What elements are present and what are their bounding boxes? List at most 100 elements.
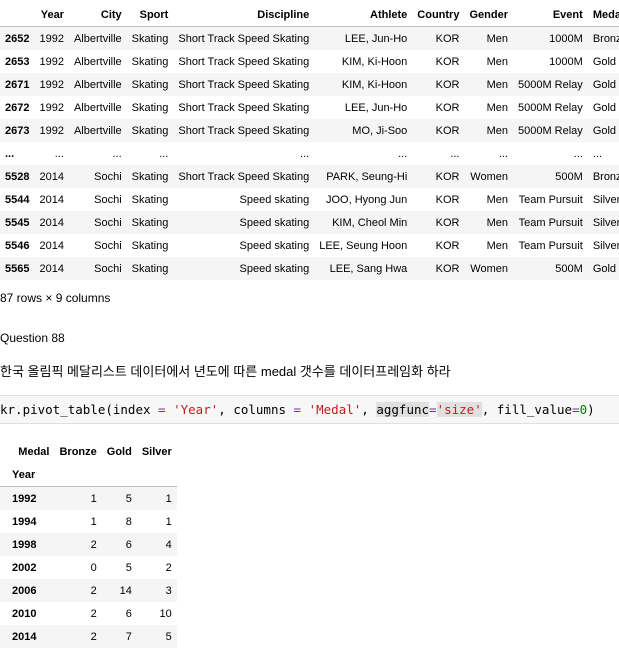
column-header: Silver bbox=[141, 445, 172, 458]
table-cell: Women bbox=[470, 262, 508, 275]
table-row: 5546 2014 Sochi Skating Speed skating LEE, Se… bbox=[0, 234, 619, 257]
table-cell: ... bbox=[450, 147, 460, 160]
table-cell: Bronze bbox=[592, 32, 619, 45]
question-text: 한국 올림픽 메달리스트 데이터에서 년도에 따른 medal 갯수를 데이터프… bbox=[0, 364, 451, 379]
table-row: 2014 2 7 5 bbox=[0, 625, 177, 648]
dataframe-shape: 87 rows × 9 columns bbox=[0, 291, 111, 305]
medalists-dataframe: Year City Sport Discipline Athlete Count… bbox=[0, 4, 619, 280]
table-cell: 6 bbox=[125, 538, 132, 551]
table-row: 1992 1 5 1 bbox=[0, 486, 177, 510]
row-index: 2006 bbox=[12, 584, 37, 597]
table-cell: Skating bbox=[131, 216, 169, 229]
table-cell: Short Track Speed Skating bbox=[178, 124, 310, 137]
row-index: 1998 bbox=[12, 538, 37, 551]
table-cell: KOR bbox=[435, 78, 460, 91]
table-cell: 5 bbox=[165, 630, 172, 643]
table-cell: Skating bbox=[131, 101, 169, 114]
table-cell: 7 bbox=[125, 630, 132, 643]
table-cell: 6 bbox=[125, 607, 132, 620]
table-cell: 500M bbox=[555, 170, 583, 183]
row-index: 2672 bbox=[5, 101, 30, 114]
pivot-table-output: Medal Bronze Gold Silver Year 1992 1 5 1 199… bbox=[0, 440, 177, 648]
table-cell: 2014 bbox=[39, 170, 64, 183]
table-cell: Sochi bbox=[94, 193, 122, 206]
column-header: City bbox=[69, 4, 128, 27]
row-index: 2010 bbox=[12, 607, 37, 620]
pivot-header-row: Medal Bronze Gold Silver bbox=[0, 440, 177, 463]
table-cell: 2 bbox=[90, 538, 97, 551]
table-cell: 1 bbox=[90, 515, 97, 528]
table-cell: Men bbox=[486, 78, 508, 91]
index-name: Year bbox=[0, 463, 55, 487]
table-cell: MO, Ji-Soo bbox=[352, 124, 408, 137]
table-cell: Team Pursuit bbox=[518, 193, 583, 206]
column-header: Athlete bbox=[315, 4, 414, 27]
row-index: 5545 bbox=[5, 216, 30, 229]
table-cell: Bronze bbox=[592, 170, 619, 183]
table-cell: KOR bbox=[435, 262, 460, 275]
table-cell: 2014 bbox=[39, 193, 64, 206]
column-header: Gold bbox=[106, 445, 132, 458]
row-index: 5544 bbox=[5, 193, 30, 206]
table-row: 5528 2014 Sochi Skating Short Track Speed Sk… bbox=[0, 165, 619, 188]
table-cell: Team Pursuit bbox=[518, 216, 583, 229]
table-cell: 1992 bbox=[39, 101, 64, 114]
column-header: Bronze bbox=[59, 445, 97, 458]
row-index: 2002 bbox=[12, 561, 37, 574]
table-cell: 8 bbox=[125, 515, 132, 528]
row-index: 2673 bbox=[5, 124, 30, 137]
table-cell: Sochi bbox=[94, 170, 122, 183]
column-header: Medal bbox=[588, 4, 619, 27]
table-cell: ... bbox=[398, 147, 408, 160]
column-header: Year bbox=[35, 4, 70, 27]
table-cell: Short Track Speed Skating bbox=[178, 170, 310, 183]
table-row: 1994 1 8 1 bbox=[0, 510, 177, 533]
table-row: 5544 2014 Sochi Skating Speed skating JOO, Hy… bbox=[0, 188, 619, 211]
table-cell: KOR bbox=[435, 32, 460, 45]
table-cell: Silver bbox=[592, 216, 619, 229]
table-cell: Albertville bbox=[73, 55, 122, 68]
table-cell: Women bbox=[470, 170, 508, 183]
table-cell: Men bbox=[486, 124, 508, 137]
table-cell: Albertville bbox=[73, 78, 122, 91]
table-cell: Sochi bbox=[94, 239, 122, 252]
table-cell: 5000M Relay bbox=[517, 124, 583, 137]
table-cell: 1 bbox=[165, 515, 172, 528]
code-cell[interactable]: kr.pivot_table(index = 'Year', columns =… bbox=[0, 395, 619, 424]
table-cell: 3 bbox=[165, 584, 172, 597]
row-index: 5528 bbox=[5, 170, 30, 183]
column-header: Sport bbox=[127, 4, 175, 27]
table-cell: Short Track Speed Skating bbox=[178, 78, 310, 91]
table-cell: ... bbox=[592, 147, 602, 160]
table-cell: Gold bbox=[592, 262, 617, 275]
table-cell: 500M bbox=[555, 262, 583, 275]
table-row: 2671 1992 Albertville Skating Short Track Sp… bbox=[0, 73, 619, 96]
table-cell: Gold bbox=[592, 101, 617, 114]
table-cell: 2014 bbox=[39, 239, 64, 252]
table-cell: Silver bbox=[592, 239, 619, 252]
table-cell: Silver bbox=[592, 193, 619, 206]
table-cell: Short Track Speed Skating bbox=[178, 101, 310, 114]
table-cell: Skating bbox=[131, 124, 169, 137]
table-cell: Speed skating bbox=[239, 216, 310, 229]
table-cell: Men bbox=[486, 193, 508, 206]
table-cell: 10 bbox=[159, 607, 172, 620]
row-index: 1994 bbox=[12, 515, 37, 528]
table-cell: 2 bbox=[90, 607, 97, 620]
table-cell: LEE, Jun-Ho bbox=[344, 32, 408, 45]
table-cell: Sochi bbox=[94, 262, 122, 275]
columns-name: Medal bbox=[18, 445, 50, 458]
table-cell: ... bbox=[573, 147, 583, 160]
table-row: 2002 0 5 2 bbox=[0, 556, 177, 579]
table-cell: Men bbox=[486, 101, 508, 114]
table-cell: KIM, Ki-Hoon bbox=[341, 55, 408, 68]
table-cell: 2 bbox=[165, 561, 172, 574]
table-cell: 1992 bbox=[39, 32, 64, 45]
table-row: 2653 1992 Albertville Skating Short Track Sp… bbox=[0, 50, 619, 73]
table-cell: Men bbox=[486, 216, 508, 229]
row-index: 2671 bbox=[5, 78, 30, 91]
row-index: 5546 bbox=[5, 239, 30, 252]
table-cell: 0 bbox=[90, 561, 97, 574]
table-cell: 5 bbox=[125, 492, 132, 505]
table-cell: ... bbox=[112, 147, 122, 160]
